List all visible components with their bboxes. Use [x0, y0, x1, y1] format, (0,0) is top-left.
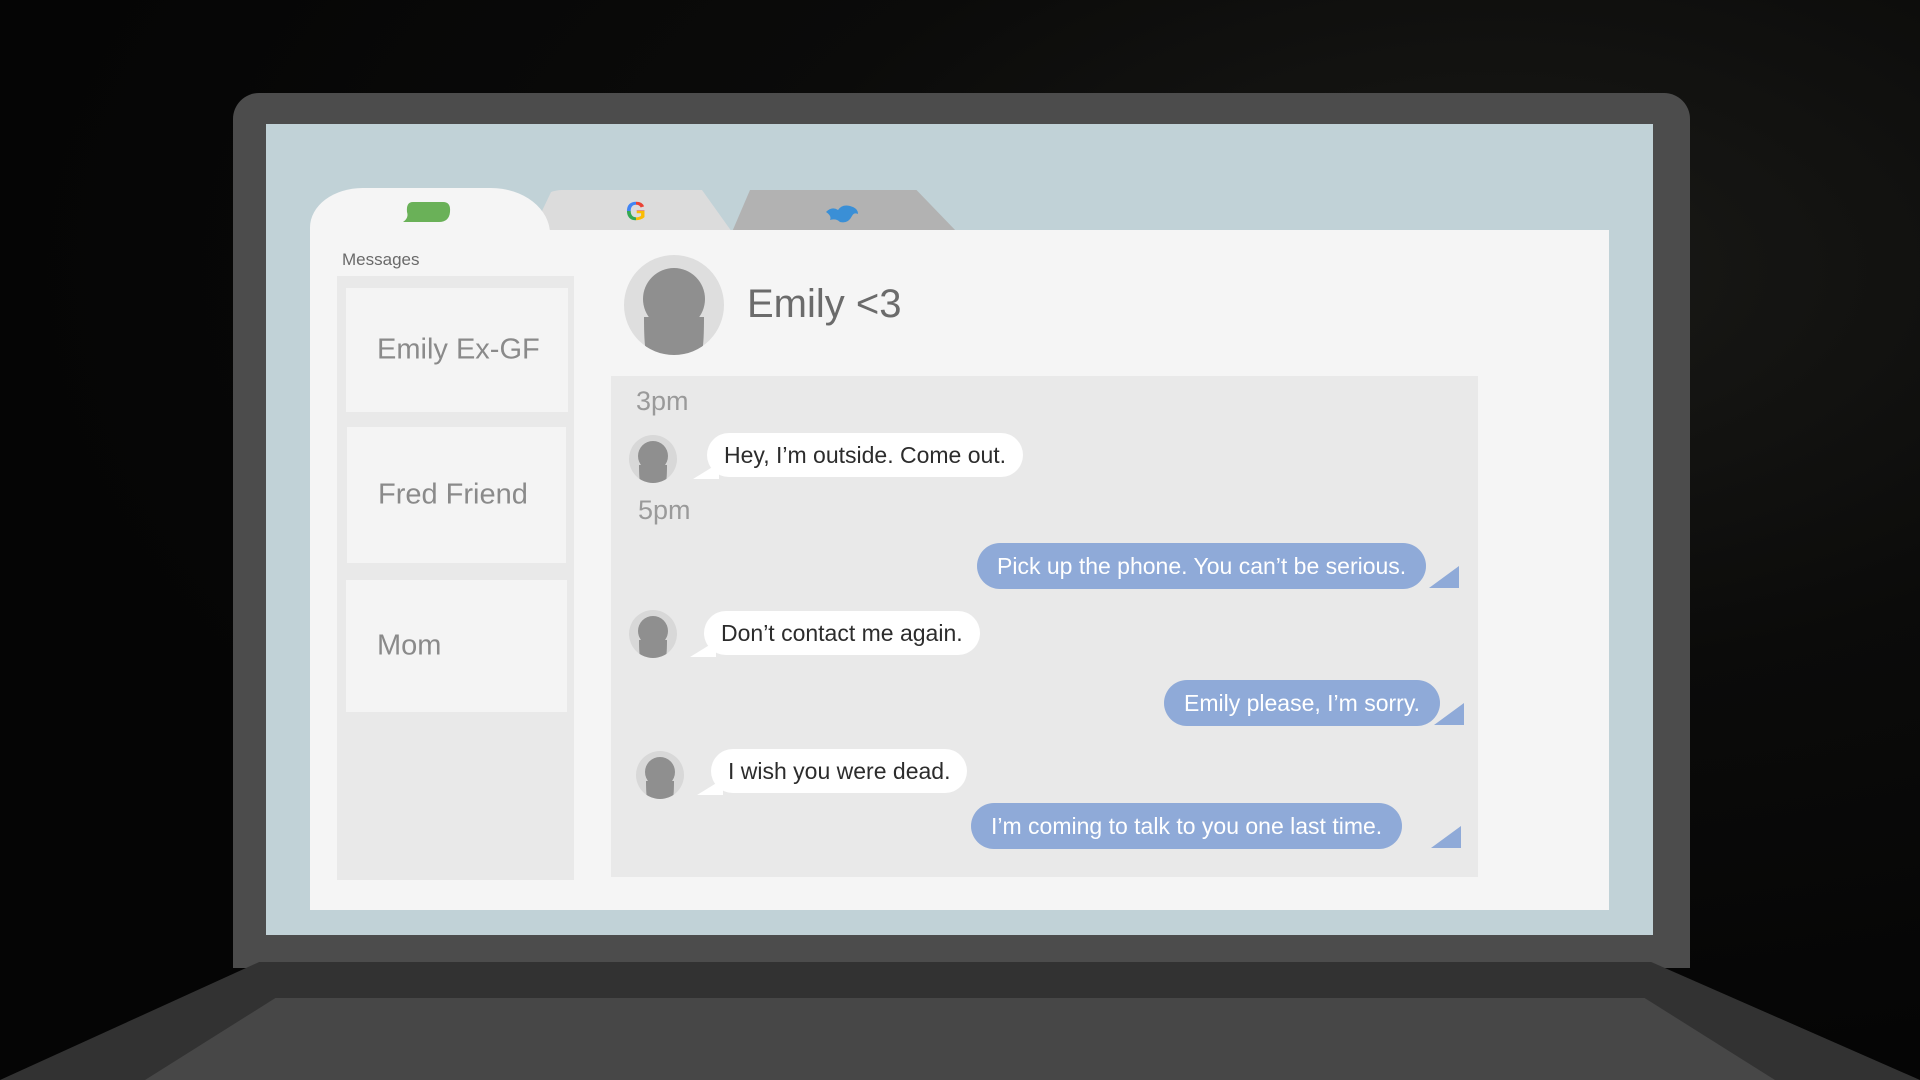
bubble-tail	[1434, 703, 1464, 725]
person-silhouette-icon	[643, 268, 705, 355]
incoming-message: I wish you were dead.	[696, 749, 968, 795]
contact-item-mom[interactable]: Mom	[346, 580, 567, 712]
outgoing-message: I’m coming to talk to you one last time.	[971, 803, 1403, 849]
sender-avatar	[629, 610, 677, 658]
person-silhouette-icon	[638, 441, 668, 483]
bubble-tail	[1431, 826, 1461, 848]
contact-list: Emily Ex-GF Fred Friend Mom	[337, 276, 574, 880]
contact-label: Emily Ex-GF	[377, 333, 540, 366]
messages-heading: Messages	[342, 250, 420, 269]
person-silhouette-icon	[645, 757, 675, 799]
outgoing-message: Emily please, I’m sorry.	[1164, 680, 1441, 726]
bird-icon	[826, 205, 858, 223]
contact-item-emily-ex-gf[interactable]: Emily Ex-GF	[346, 288, 568, 412]
laptop-screen: G Messages Emily Ex-GF Fred Friend Mom E…	[266, 124, 1653, 935]
incoming-message: Don’t contact me again.	[690, 611, 980, 657]
contact-label: Fred Friend	[378, 478, 528, 511]
google-logo-icon: G	[625, 196, 647, 226]
sender-avatar	[636, 751, 684, 799]
contact-item-fred-friend[interactable]: Fred Friend	[347, 427, 566, 563]
conversation-title: Emily <3	[747, 282, 902, 326]
person-silhouette-icon	[638, 616, 668, 658]
outgoing-message: Pick up the phone. You can’t be serious.	[977, 543, 1427, 589]
timestamp: 3pm	[636, 386, 689, 416]
sender-avatar	[629, 435, 677, 483]
contact-label: Mom	[377, 629, 442, 662]
incoming-message: Hey, I’m outside. Come out.	[692, 433, 1024, 479]
laptop-keyboard-deck	[145, 998, 1775, 1080]
bubble-tail	[1429, 566, 1459, 588]
contact-avatar	[624, 255, 724, 355]
chat-bubble-icon	[403, 202, 451, 222]
timestamp: 5pm	[638, 495, 691, 525]
message-thread: 3pm Hey, I’m outside. Come out. 5pm Pick…	[611, 376, 1478, 877]
messages-window: Messages Emily Ex-GF Fred Friend Mom Emi…	[310, 230, 1609, 910]
